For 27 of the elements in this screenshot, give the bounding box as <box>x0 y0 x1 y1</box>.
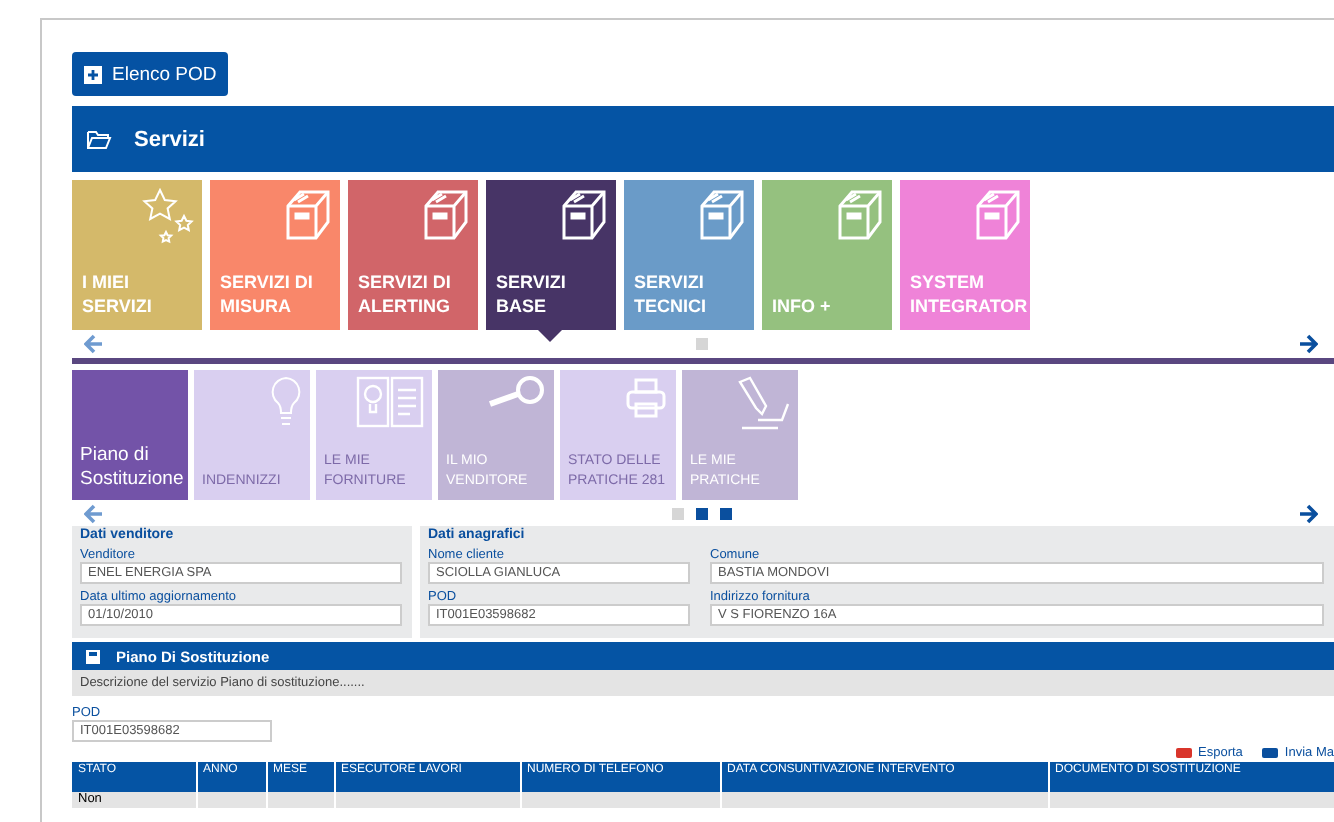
light-bulb-icon <box>270 376 302 428</box>
elenco-pod-button[interactable]: Elenco POD <box>72 52 229 96</box>
section-title: Servizi <box>134 127 205 151</box>
service-tile[interactable]: SERVIZI BASE <box>486 180 616 330</box>
service-tile[interactable]: SERVIZI DI ALERTING <box>348 180 478 330</box>
book-icon <box>356 376 424 428</box>
selection-pointer <box>538 330 562 342</box>
right-arrow-icon[interactable] <box>1298 503 1318 523</box>
printer-icon <box>624 376 668 420</box>
archive-box-icon <box>284 188 332 240</box>
export-icon <box>1176 748 1193 758</box>
right-arrow-icon[interactable] <box>1298 333 1318 353</box>
left-arrow-icon[interactable] <box>84 503 104 523</box>
pen-icon <box>738 376 790 432</box>
folder-icon <box>86 129 112 149</box>
key-icon <box>486 376 546 412</box>
stars-icon <box>142 188 194 248</box>
archive-box-icon <box>422 188 470 240</box>
service-tile[interactable]: Piano di Sostituzione <box>72 370 188 500</box>
archive-box-icon <box>836 188 884 240</box>
mail-icon <box>1262 748 1279 758</box>
archive-box-icon <box>974 188 1022 240</box>
archive-box-icon <box>560 188 608 240</box>
document-icon <box>86 649 100 663</box>
archive-box-icon <box>698 188 746 240</box>
plus-icon <box>84 65 102 83</box>
left-arrow-icon[interactable] <box>84 333 104 353</box>
